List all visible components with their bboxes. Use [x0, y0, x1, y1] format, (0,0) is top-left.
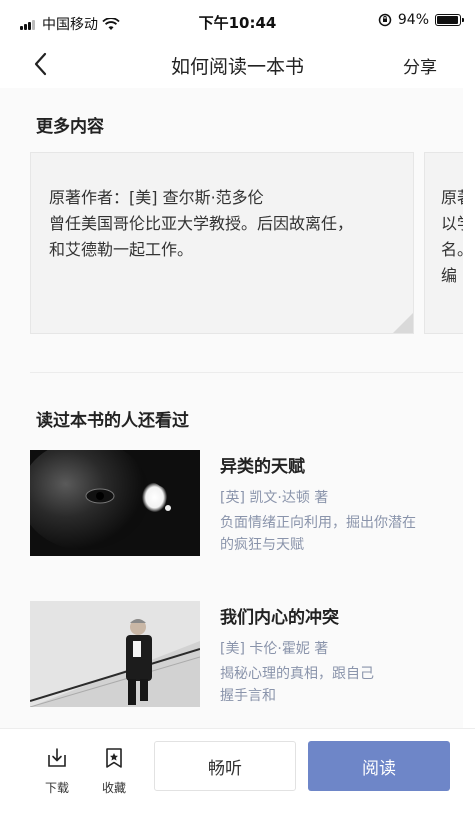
book-info: 异类的天赋 [英] 凯文·达顿 著 负面情绪正向利用，掘出你潜在 的疯狂与天赋 [220, 450, 450, 556]
bottom-action-bar: 下载 收藏 畅听 阅读 [0, 728, 475, 824]
book-cover [30, 450, 200, 556]
author-card-text: 原著作者：[美] 查尔斯·范多伦 曾任美国哥伦比亚大学教授。后因故离任， 和艾德… [49, 188, 354, 259]
share-button[interactable]: 分享 [403, 53, 437, 78]
download-label: 下载 [44, 781, 69, 795]
also-read-title: 读过本书的人还看过 [36, 411, 189, 431]
content-scroll-area[interactable]: 更多内容 原著作者：[美] 查尔斯·范多伦 曾任美国哥伦比亚大学教授。后因故离任… [0, 88, 463, 728]
battery-percent: 94% [397, 12, 429, 28]
page-fold-decoration [393, 313, 413, 333]
book-title: 我们内心的冲突 [220, 608, 339, 628]
book-cover [30, 601, 200, 707]
listen-button[interactable]: 畅听 [154, 741, 296, 791]
book-info: 我们内心的冲突 [美] 卡伦·霍妮 著 揭秘心理的真相，跟自己 握手言和 [220, 601, 450, 707]
book-item[interactable]: 我们内心的冲突 [美] 卡伦·霍妮 著 揭秘心理的真相，跟自己 握手言和 [30, 601, 450, 713]
read-button[interactable]: 阅读 [308, 741, 450, 791]
author-card[interactable]: 原著作者：[美] 查尔斯·范多伦 曾任美国哥伦比亚大学教授。后因故离任， 和艾德… [30, 152, 414, 334]
book-title: 异类的天赋 [220, 457, 305, 477]
scrollbar-track [463, 88, 475, 728]
battery-level [437, 16, 458, 24]
status-right: 94% [378, 12, 464, 28]
orientation-lock-icon [378, 13, 392, 27]
book-item[interactable]: 异类的天赋 [英] 凯文·达顿 著 负面情绪正向利用，掘出你潜在 的疯狂与天赋 [30, 450, 450, 562]
favorite-label: 收藏 [101, 781, 126, 795]
more-content-title: 更多内容 [36, 117, 104, 137]
bookmark-star-icon [106, 748, 122, 768]
battery-icon [435, 14, 464, 26]
book-description: 揭秘心理的真相，跟自己 握手言和 [220, 666, 374, 704]
next-card[interactable]: 原著 以学 名。 编 [424, 152, 463, 334]
favorite-button[interactable]: 收藏 [97, 747, 131, 796]
book-author: [美] 卡伦·霍妮 著 [220, 641, 329, 657]
book-author: [英] 凯文·达顿 著 [220, 490, 329, 506]
nav-bar: 如何阅读一本书 分享 [0, 40, 475, 88]
section-divider [30, 372, 463, 373]
download-icon [48, 748, 66, 767]
download-button[interactable]: 下载 [40, 747, 74, 796]
book-description: 负面情绪正向利用，掘出你潜在 的疯狂与天赋 [220, 515, 416, 553]
next-card-text: 原著 以学 名。 编 [441, 188, 463, 285]
status-bar: 中国移动 下午10:44 94% [0, 0, 475, 40]
